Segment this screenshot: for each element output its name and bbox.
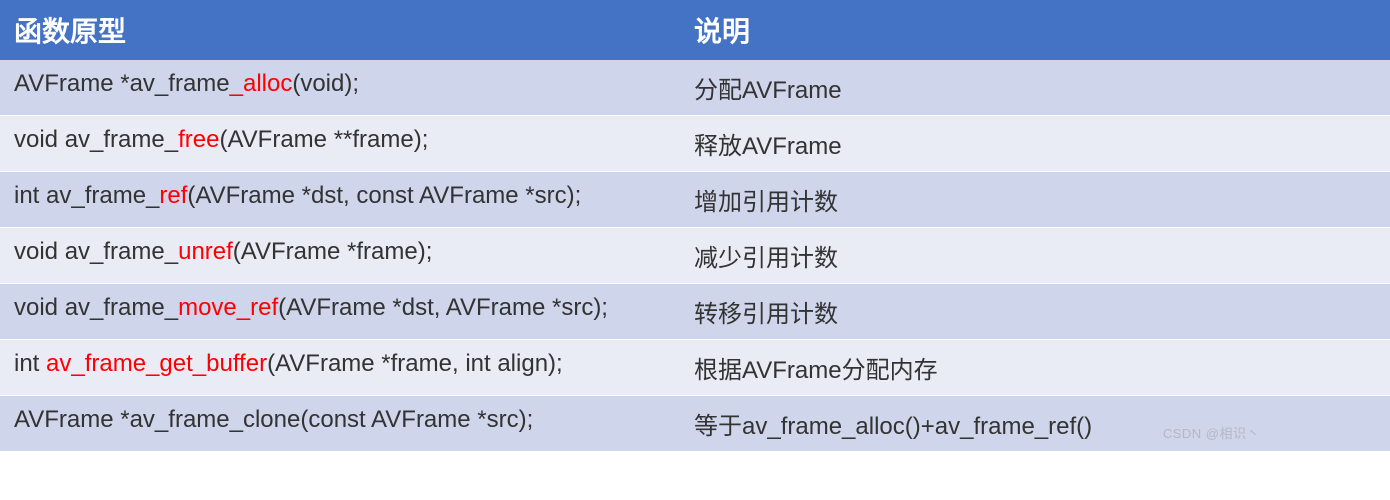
cell-prototype: AVFrame *av_frame_alloc(void); (0, 60, 680, 116)
table-row: void av_frame_unref(AVFrame *frame); 减少引… (0, 228, 1390, 284)
cell-prototype: void av_frame_unref(AVFrame *frame); (0, 228, 680, 284)
api-table: 函数原型 说明 AVFrame *av_frame_alloc(void); 分… (0, 0, 1390, 452)
proto-text: AVFrame *av_frame_clone(const AVFrame *s… (14, 406, 533, 433)
table-row: void av_frame_move_ref(AVFrame *dst, AVF… (0, 284, 1390, 340)
proto-highlight: _alloc (230, 70, 293, 97)
cell-description: 根据AVFrame分配内存 (680, 340, 1390, 396)
table-row: AVFrame *av_frame_alloc(void); 分配AVFrame (0, 60, 1390, 116)
table-row: int av_frame_ref(AVFrame *dst, const AVF… (0, 172, 1390, 228)
cell-description: 等于av_frame_alloc()+av_frame_ref() (680, 396, 1390, 452)
proto-text: (AVFrame *dst, const AVFrame *src); (187, 182, 581, 209)
table-body: AVFrame *av_frame_alloc(void); 分配AVFrame… (0, 60, 1390, 452)
proto-highlight: ref (159, 182, 187, 209)
cell-prototype: void av_frame_free(AVFrame **frame); (0, 116, 680, 172)
proto-text: (void); (292, 70, 359, 97)
proto-text: (AVFrame *frame, int align); (267, 350, 563, 377)
proto-text: void av_frame_ (14, 238, 178, 265)
cell-description: 转移引用计数 (680, 284, 1390, 340)
proto-text: void av_frame_ (14, 294, 178, 321)
proto-highlight: av_frame_get_buffer (46, 350, 267, 377)
cell-prototype: AVFrame *av_frame_clone(const AVFrame *s… (0, 396, 680, 452)
proto-highlight: free (178, 126, 219, 153)
proto-highlight: move_ref (178, 294, 278, 321)
header-prototype: 函数原型 (0, 0, 680, 60)
proto-text: void av_frame_ (14, 126, 178, 153)
cell-prototype: int av_frame_ref(AVFrame *dst, const AVF… (0, 172, 680, 228)
cell-description: 增加引用计数 (680, 172, 1390, 228)
table-row: void av_frame_free(AVFrame **frame); 释放A… (0, 116, 1390, 172)
table-row: int av_frame_get_buffer(AVFrame *frame, … (0, 340, 1390, 396)
cell-prototype: int av_frame_get_buffer(AVFrame *frame, … (0, 340, 680, 396)
proto-text: (AVFrame *frame); (233, 238, 433, 265)
proto-text: AVFrame *av_frame (14, 70, 230, 97)
cell-description: 分配AVFrame (680, 60, 1390, 116)
header-description: 说明 (680, 0, 1390, 60)
proto-text: (AVFrame *dst, AVFrame *src); (278, 294, 608, 321)
proto-text: int av_frame_ (14, 182, 159, 209)
cell-prototype: void av_frame_move_ref(AVFrame *dst, AVF… (0, 284, 680, 340)
proto-highlight: unref (178, 238, 233, 265)
table-header-row: 函数原型 说明 (0, 0, 1390, 60)
table-row: AVFrame *av_frame_clone(const AVFrame *s… (0, 396, 1390, 452)
cell-description: 减少引用计数 (680, 228, 1390, 284)
cell-description: 释放AVFrame (680, 116, 1390, 172)
proto-text: (AVFrame **frame); (219, 126, 428, 153)
proto-text: int (14, 350, 46, 377)
